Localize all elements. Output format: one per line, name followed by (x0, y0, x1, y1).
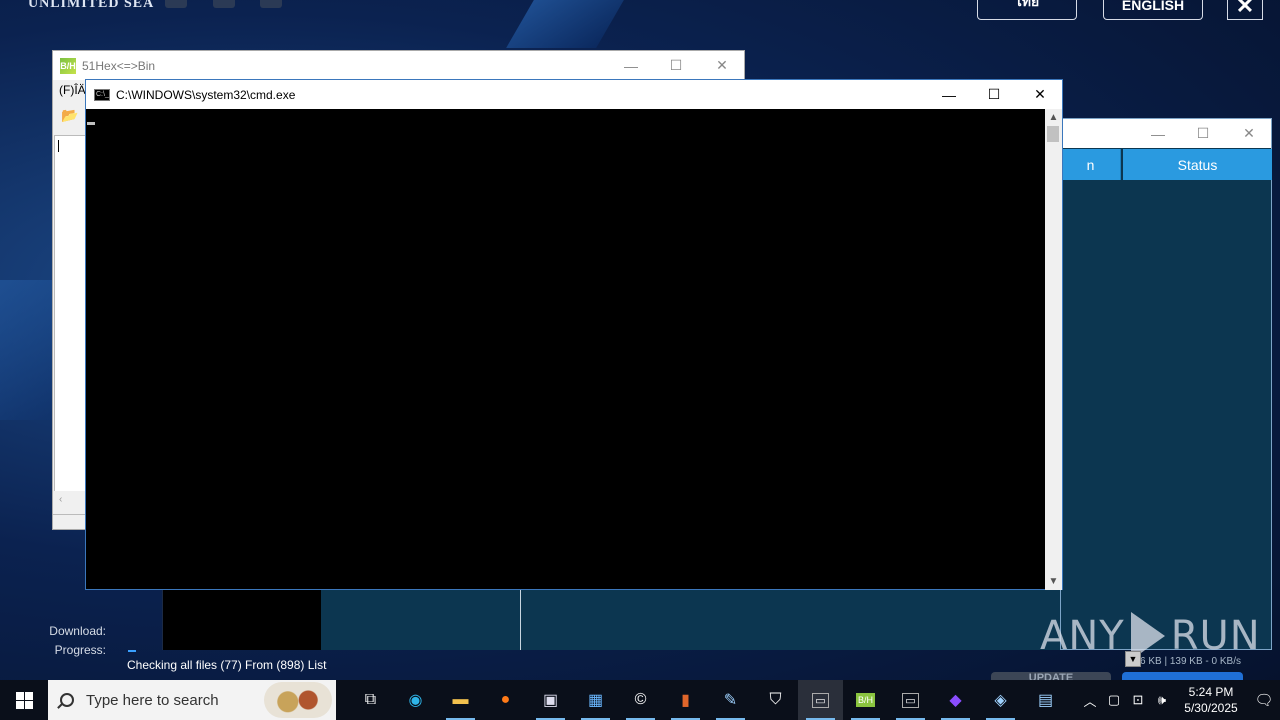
status-column-header[interactable]: Status (1123, 149, 1272, 180)
watermark-text: RUN (1170, 613, 1261, 659)
lang-thai-button[interactable]: ไทย (977, 0, 1077, 20)
top-icon[interactable] (260, 0, 282, 8)
file-explorer-icon[interactable]: ▬ (438, 680, 483, 720)
scrollbar-thumb[interactable] (1047, 126, 1059, 142)
cmd-taskbar-icon[interactable]: ▭ (888, 680, 933, 720)
ccleaner-icon[interactable]: © (618, 680, 663, 720)
edge-icon[interactable]: ◉ (393, 680, 438, 720)
cmd-window-titlebar[interactable]: C:\_ C:\WINDOWS\system32\cmd.exe — ☐ ✕ (86, 80, 1062, 109)
scroll-down-icon[interactable]: ▼ (1045, 573, 1062, 590)
news-panel (162, 590, 322, 650)
status-window: — ☐ ✕ n Status (1060, 118, 1272, 650)
status-window-titlebar[interactable]: — ☐ ✕ (1061, 119, 1271, 148)
close-button[interactable]: ✕ (1226, 119, 1272, 148)
task-view-icon[interactable]: ⧉ (348, 680, 393, 720)
windows-icon (15, 691, 33, 709)
watermark-text: ANY (1040, 613, 1125, 659)
checking-status-text: Checking all files (77) From (898) List (127, 658, 327, 672)
minimize-button[interactable]: — (608, 51, 654, 80)
volume-icon[interactable]: 🕪 (1150, 680, 1174, 720)
close-button[interactable]: ✕ (1017, 80, 1063, 109)
hex-bin-taskbar-icon[interactable]: B/H (843, 680, 888, 720)
hex-window-titlebar[interactable]: B/H 51Hex<=>Bin — ☐ ✕ (53, 51, 744, 80)
start-button[interactable] (0, 680, 48, 720)
top-icon[interactable] (165, 0, 187, 8)
launcher-close-button[interactable]: ✕ (1227, 0, 1263, 20)
maximize-button[interactable]: ☐ (1180, 119, 1226, 148)
minimize-button[interactable]: — (926, 80, 972, 109)
console-cursor (87, 122, 95, 125)
search-highlight-image (264, 682, 332, 718)
network-icon[interactable]: ⊡ (1126, 680, 1150, 720)
notification-icon[interactable]: 🗨 (1248, 680, 1280, 720)
app-icon[interactable]: ▮ (663, 680, 708, 720)
search-icon (60, 693, 74, 707)
taskbar: Type here to search ⧉ ◉ ▬ ● ▣ ▦ © ▮ ✎ ⛉ … (0, 680, 1280, 720)
close-button[interactable]: ✕ (699, 51, 745, 80)
launcher-taskbar-icon[interactable]: ◈ (978, 680, 1023, 720)
anyrun-watermark: ANY RUN (1040, 612, 1261, 660)
network-tool-icon[interactable]: ▦ (573, 680, 618, 720)
system-tray: ︿ ▢ ⊡ 🕪 5:24 PM 5/30/2025 🗨 (1078, 680, 1280, 720)
download-label: Download: (49, 624, 106, 638)
chevron-up-icon[interactable]: ︿ (1078, 680, 1102, 720)
text-caret (58, 140, 59, 152)
chevron-down-icon[interactable]: ▼ (1125, 651, 1141, 667)
minimize-button[interactable]: — (1135, 119, 1181, 148)
cmd-taskbar-icon[interactable]: ▭ (798, 680, 843, 720)
clock-time: 5:24 PM (1188, 685, 1234, 699)
window-title: 51Hex<=>Bin (82, 58, 156, 73)
progress-label: Progress: (54, 643, 106, 657)
progress-bar (128, 650, 136, 652)
cmd-window: C:\_ C:\WINDOWS\system32\cmd.exe — ☐ ✕ ▲… (85, 79, 1063, 590)
cmd-icon: C:\_ (94, 88, 110, 101)
app-icon[interactable]: ▣ (528, 680, 573, 720)
lang-english-button[interactable]: ENGLISH (1103, 0, 1203, 20)
window-title: C:\WINDOWS\system32\cmd.exe (116, 87, 296, 102)
app-icon[interactable]: ◆ (933, 680, 978, 720)
menu-file[interactable]: (F)ÎÄ (59, 83, 86, 97)
vertical-scrollbar[interactable]: ▲ ▼ (1045, 109, 1062, 590)
scroll-up-icon[interactable]: ▲ (1045, 109, 1062, 126)
search-box[interactable]: Type here to search (48, 680, 336, 720)
background-art (0, 280, 60, 420)
notepad-icon[interactable]: ✎ (708, 680, 753, 720)
maximize-button[interactable]: ☐ (971, 80, 1017, 109)
app-icon[interactable]: ▤ (1023, 680, 1068, 720)
app-icon: B/H (60, 57, 76, 74)
background-art (506, 0, 624, 48)
firefox-icon[interactable]: ● (483, 680, 528, 720)
top-icon[interactable] (213, 0, 235, 8)
shield-icon[interactable]: ⛉ (753, 680, 798, 720)
maximize-button[interactable]: ☐ (653, 51, 699, 80)
game-logo: UNLIMITED SEA (28, 0, 155, 11)
clock[interactable]: 5:24 PM 5/30/2025 (1174, 684, 1248, 716)
open-folder-icon[interactable]: 📂 (57, 107, 83, 127)
clock-date: 5/30/2025 (1184, 701, 1238, 715)
meet-now-icon[interactable]: ▢ (1102, 680, 1126, 720)
column-header[interactable]: n (1061, 149, 1121, 180)
search-placeholder: Type here to search (86, 691, 219, 709)
divider (520, 590, 521, 650)
